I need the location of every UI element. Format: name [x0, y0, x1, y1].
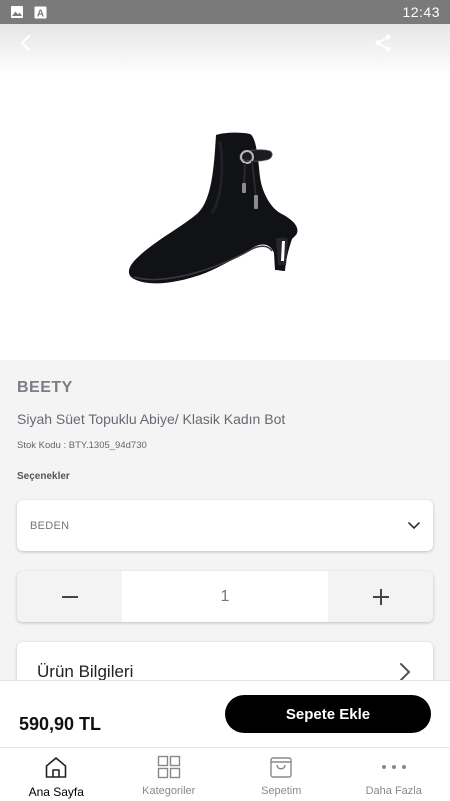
product-price: 590,90 TL: [19, 714, 101, 735]
share-button[interactable]: [367, 27, 399, 59]
quantity-stepper: 1: [17, 571, 433, 622]
tab-label: Daha Fazla: [366, 785, 422, 797]
image-notification-icon: [10, 5, 24, 19]
options-heading: Seçenekler: [17, 471, 70, 482]
tab-more[interactable]: Daha Fazla: [338, 748, 450, 801]
status-bar: A 12:43: [0, 0, 450, 24]
brand-name[interactable]: BEETY: [17, 379, 73, 397]
tab-label: Kategoriler: [142, 785, 195, 797]
product-title: Siyah Süet Topuklu Abiye/ Klasik Kadın B…: [17, 411, 285, 427]
quantity-value[interactable]: 1: [122, 571, 328, 622]
chevron-down-icon: [407, 519, 421, 533]
buy-bar: 590,90 TL Sepete Ekle: [0, 680, 450, 748]
more-icon: [381, 755, 407, 779]
grid-icon: [157, 755, 181, 779]
tab-categories[interactable]: Kategoriler: [113, 748, 226, 801]
bottom-navigation: Ana Sayfa Kategoriler Sepetim Daha Fazla: [0, 747, 450, 801]
share-icon: [373, 33, 393, 53]
tab-cart[interactable]: Sepetim: [225, 748, 338, 801]
plus-icon: [371, 587, 391, 607]
status-time: 12:43: [402, 4, 440, 20]
minus-icon: [60, 587, 80, 607]
stock-code: Stok Kodu : BTY.1305_94d730: [17, 440, 147, 451]
tab-label: Sepetim: [261, 785, 301, 797]
decrease-quantity-button[interactable]: [17, 571, 122, 622]
size-dropdown-label: BEDEN: [30, 520, 69, 532]
chevron-left-icon: [16, 33, 36, 53]
cart-icon: [269, 755, 293, 779]
add-to-cart-button[interactable]: Sepete Ekle: [225, 695, 431, 733]
back-button[interactable]: [10, 27, 42, 59]
product-info-label: Ürün Bilgileri: [37, 662, 133, 682]
increase-quantity-button[interactable]: [328, 571, 433, 622]
home-icon: [44, 755, 68, 779]
tab-home[interactable]: Ana Sayfa: [0, 748, 113, 801]
tab-label: Ana Sayfa: [29, 785, 84, 799]
chevron-right-icon: [399, 662, 411, 682]
product-hero: [0, 24, 450, 360]
status-icons: A: [10, 5, 47, 19]
size-dropdown[interactable]: BEDEN: [17, 500, 433, 551]
app-notification-icon: A: [34, 6, 47, 19]
product-image[interactable]: [120, 127, 310, 287]
svg-text:A: A: [37, 8, 44, 19]
